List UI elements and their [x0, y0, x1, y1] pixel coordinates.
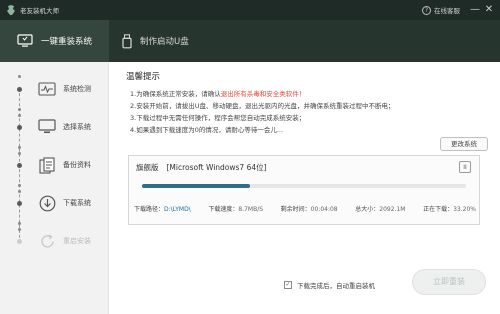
notice-line: 1.为确保系统正常安装，请确认退出所有杀毒和安全类软件！ [130, 88, 490, 100]
auto-restart-label: 下载完成后，自动重启装机 [297, 282, 375, 290]
step-label: 备份资料 [63, 161, 91, 169]
notice-text: 3.下载过程中无需任何操作，程序会帮您自动完成系统安装； [130, 114, 306, 122]
tab-label: 一键重装系统 [41, 37, 93, 47]
stat-label: 总大小： [355, 206, 380, 213]
help-icon: ? [422, 5, 431, 15]
online-help-link[interactable]: ? 在线客服 [422, 5, 460, 15]
tab-make-usb-boot[interactable]: 制作启动U盘 [122, 20, 189, 62]
tab-label: 制作启动U盘 [140, 37, 189, 47]
stat-label: 剩余时间： [280, 206, 311, 213]
step-dot [17, 86, 22, 92]
system-name: [Microsoft Windows7 64位] [166, 163, 267, 172]
download-progress-fill [142, 184, 250, 188]
stat-remaining: 剩余时间：00:04:08 [281, 204, 338, 213]
top-nav: 一键重装系统 制作启动U盘 [0, 20, 500, 62]
step-dot [17, 200, 22, 206]
step-label: 选择系统 [63, 123, 91, 131]
stat-label: 正在下载： [423, 206, 454, 213]
auto-restart-checkbox[interactable]: ✓ [284, 281, 292, 289]
stat-value: 00:04:08 [310, 206, 338, 213]
download-progress-bar [142, 184, 466, 188]
step-dot [17, 124, 22, 130]
stat-label: 下载路径： [134, 206, 165, 213]
pause-button[interactable]: II [459, 161, 471, 173]
notice-text: 1.为确保系统正常安装，请确认 [130, 90, 221, 98]
step-backup-data: 备份资料 [0, 153, 109, 177]
step-restart-install: 重启安装 [0, 229, 109, 253]
documents-icon [37, 155, 57, 175]
download-task-panel: 旗舰版 [Microsoft Windows7 64位] II 下载路径：D:\… [128, 155, 480, 225]
notice-text: 4.如果遇到下载速度为0的情况，请耐心等待一会儿... [130, 126, 284, 134]
reinstall-now-button[interactable]: 立即重装 [412, 269, 486, 295]
edition-label: 旗舰版 [136, 163, 159, 172]
notice-title: 温馨提示 [126, 72, 161, 82]
stat-path: 下载路径：D:\LYMD\ [134, 204, 191, 213]
close-button[interactable]: ✕ [482, 3, 496, 17]
download-path-link[interactable]: D:\LYMD\ [164, 206, 191, 213]
minimize-button[interactable]: — [468, 3, 482, 17]
title-bar: 老友装机大师 ? 在线客服 — ✕ [0, 0, 500, 20]
download-circle-icon [37, 193, 57, 213]
stat-value: 8.7MB/S [238, 206, 264, 213]
app-title: 老友装机大师 [20, 7, 59, 15]
notice-line: 4.如果遇到下载速度为0的情况，请耐心等待一会儿... [130, 124, 490, 136]
app-logo-icon [5, 4, 17, 16]
step-label: 系统检测 [63, 85, 91, 93]
stat-status: 正在下载：33.20% [423, 204, 476, 213]
step-connector-dot [18, 184, 21, 187]
step-dot [17, 162, 22, 168]
help-label: 在线客服 [434, 7, 460, 15]
stat-value: 2092.1M [379, 206, 406, 213]
step-select-system: 选择系统 [0, 115, 109, 139]
change-system-button[interactable]: 更改系统 [440, 137, 488, 151]
step-label: 下载系统 [63, 199, 91, 207]
download-stats: 下载路径：D:\LYMD\ 下载速度：8.7MB/S 剩余时间：00:04:08… [134, 204, 476, 213]
auto-restart-option[interactable]: ✓ 下载完成后，自动重启装机 [284, 280, 375, 290]
step-connector-dot [18, 222, 21, 225]
step-system-check: 系统检测 [0, 77, 109, 101]
notice-list: 1.为确保系统正常安装，请确认退出所有杀毒和安全类软件！ 2.安装开始前，请拔出… [130, 88, 490, 136]
pause-icon: II [463, 163, 467, 171]
stat-size: 总大小：2092.1M [355, 204, 405, 213]
usb-drive-icon [122, 33, 132, 49]
stat-value: 33.20% [453, 206, 476, 213]
tab-one-key-reinstall[interactable]: 一键重装系统 [0, 20, 109, 62]
stat-label: 下载速度： [208, 206, 239, 213]
notice-line: 2.安装开始前，请拔出U盘、移动硬盘，退出光驱内的光盘，并确保系统重装过程中不断… [130, 100, 490, 112]
notice-line: 3.下载过程中无需任何操作，程序会帮您自动完成系统安装； [130, 112, 490, 124]
display-icon [37, 117, 57, 137]
step-connector-dot [18, 108, 21, 111]
heartbeat-monitor-icon [37, 79, 57, 99]
notice-warning-text: 退出所有杀毒和安全类软件！ [220, 90, 306, 98]
main-panel: 温馨提示 1.为确保系统正常安装，请确认退出所有杀毒和安全类软件！ 2.安装开始… [110, 62, 500, 314]
notice-text: 2.安装开始前，请拔出U盘、移动硬盘，退出光驱内的光盘，并确保系统重装过程中不断… [130, 102, 395, 110]
step-download-system: 下载系统 [0, 191, 109, 215]
step-sidebar: 系统检测 选择系统 备份资料 下载系统 重启安装 [0, 62, 109, 314]
step-dot [17, 238, 22, 244]
step-connector-dot [18, 146, 21, 149]
stat-speed: 下载速度：8.7MB/S [208, 204, 263, 213]
step-label: 重启安装 [63, 237, 91, 245]
monitor-icon [17, 34, 33, 48]
task-header: 旗舰版 [Microsoft Windows7 64位] [136, 162, 267, 173]
restart-icon [37, 231, 57, 251]
